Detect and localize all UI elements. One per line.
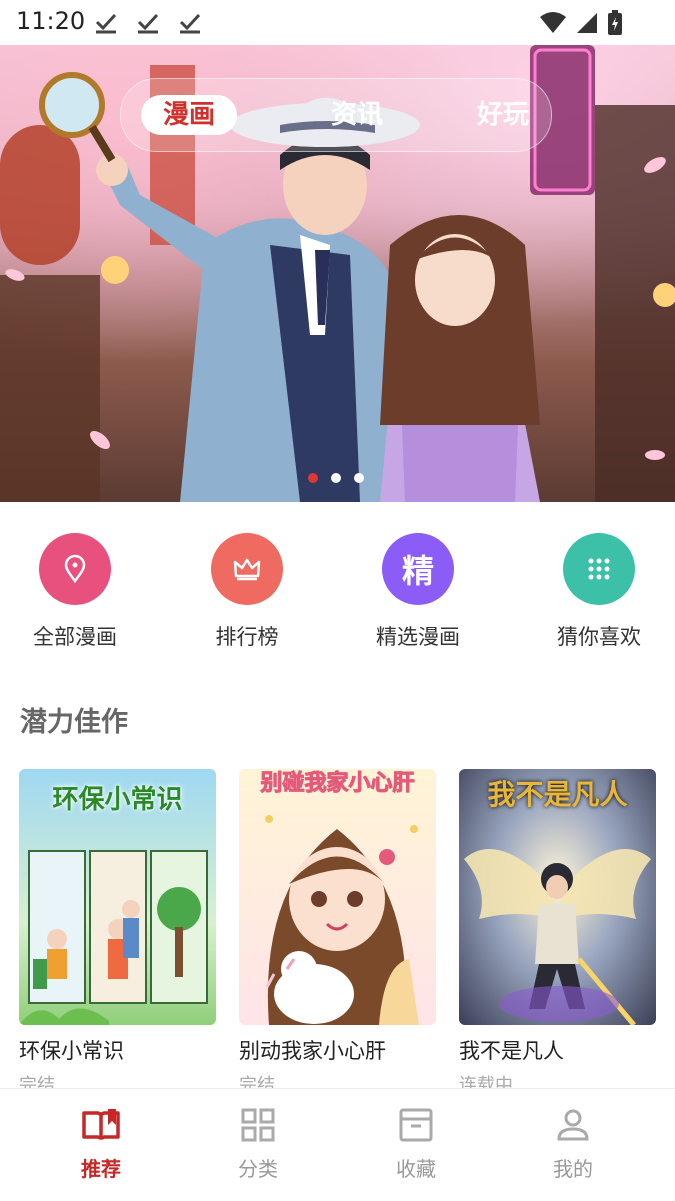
carousel-indicator [308, 473, 364, 483]
category-guess-you-like[interactable]: 猜你喜欢 [514, 533, 675, 651]
section-title: 潜力佳作 [20, 707, 128, 738]
nav-label: 收藏 [396, 1157, 436, 1181]
selected-glyph: 精 [401, 552, 434, 590]
nav-recommend[interactable]: 推荐 [51, 1107, 151, 1182]
content-tab-bar: 漫画 资讯 好玩 [120, 78, 552, 152]
comic-card[interactable]: 别碰我家小心肝 别动我家小心肝 完结 [239, 769, 436, 1097]
category-label: 猜你喜欢 [557, 625, 641, 649]
archive-box-icon [399, 1108, 433, 1142]
nav-label: 我的 [553, 1157, 593, 1181]
carousel-dot[interactable] [354, 473, 364, 483]
battery-icon [608, 10, 622, 35]
person-icon [557, 1109, 589, 1141]
comic-card[interactable]: 我不是凡人 我不是凡人 连载中 [459, 769, 656, 1097]
status-bar: 11:20 [0, 0, 675, 45]
signal-icon [577, 13, 597, 33]
check-icon [137, 13, 159, 34]
category-all-comics[interactable]: 全部漫画 [0, 533, 160, 651]
comic-cover: 环保小常识 [19, 769, 216, 1025]
category-label: 排行榜 [215, 625, 279, 649]
nav-favorites[interactable]: 收藏 [366, 1107, 466, 1182]
comic-name: 环保小常识 [19, 1039, 124, 1063]
status-time: 11:20 [16, 7, 86, 35]
category-label: 全部漫画 [33, 625, 117, 649]
nav-label: 推荐 [81, 1157, 121, 1181]
check-icon [95, 13, 117, 34]
location-pin-icon [39, 533, 111, 605]
comic-card[interactable]: 环保小常识 环保小常识 完结 [19, 769, 216, 1097]
comic-cover: 我不是凡人 [459, 769, 656, 1025]
tab-fun[interactable]: 好玩 [477, 95, 529, 135]
grid-icon [241, 1108, 275, 1142]
comic-name: 我不是凡人 [459, 1039, 564, 1063]
wifi-icon [540, 12, 566, 33]
nav-category[interactable]: 分类 [208, 1107, 308, 1182]
selected-badge-icon: 精 [382, 533, 454, 605]
nav-profile[interactable]: 我的 [523, 1107, 623, 1182]
crown-icon [211, 533, 283, 605]
nav-label: 分类 [238, 1157, 278, 1181]
comic-cover: 别碰我家小心肝 [239, 769, 436, 1025]
category-rankings[interactable]: 排行榜 [162, 533, 332, 651]
category-label: 精选漫画 [376, 625, 460, 649]
check-icon [179, 13, 201, 34]
tab-comics[interactable]: 漫画 [141, 95, 238, 135]
comic-name: 别动我家小心肝 [239, 1039, 386, 1063]
category-selected-comics[interactable]: 精 精选漫画 [333, 533, 503, 651]
carousel-dot-active[interactable] [308, 473, 318, 483]
grid-dots-icon [563, 533, 635, 605]
open-book-icon [82, 1109, 120, 1140]
bottom-navigation: 推荐 分类 收藏 我的 [0, 1088, 675, 1201]
carousel-dot[interactable] [331, 473, 341, 483]
notification-icons [94, 10, 202, 34]
hero-banner[interactable]: 漫画 资讯 好玩 [0, 45, 675, 502]
tab-news[interactable]: 资讯 [331, 95, 383, 135]
